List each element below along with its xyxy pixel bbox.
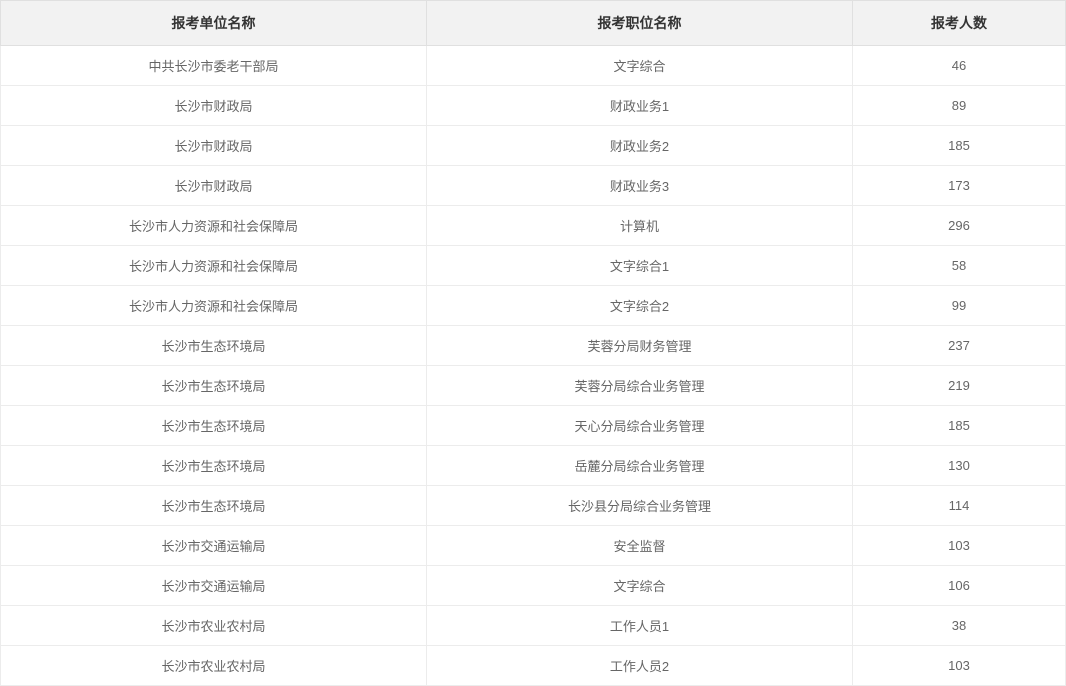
table-header: 报考单位名称 报考职位名称 报考人数 <box>1 1 1066 46</box>
cell-unit: 长沙市农业农村局 <box>1 646 427 686</box>
table-row: 长沙市财政局财政业务2185 <box>1 126 1066 166</box>
cell-count: 38 <box>853 606 1066 646</box>
cell-unit: 长沙市交通运输局 <box>1 566 427 606</box>
cell-position: 文字综合2 <box>427 286 853 326</box>
cell-count: 185 <box>853 406 1066 446</box>
cell-position: 岳麓分局综合业务管理 <box>427 446 853 486</box>
cell-position: 长沙县分局综合业务管理 <box>427 486 853 526</box>
cell-unit: 长沙市财政局 <box>1 86 427 126</box>
table-row: 长沙市生态环境局天心分局综合业务管理185 <box>1 406 1066 446</box>
cell-unit: 长沙市财政局 <box>1 166 427 206</box>
cell-position: 工作人员2 <box>427 646 853 686</box>
cell-count: 46 <box>853 46 1066 86</box>
table-row: 长沙市交通运输局安全监督103 <box>1 526 1066 566</box>
cell-position: 文字综合1 <box>427 246 853 286</box>
table-body: 中共长沙市委老干部局文字综合46长沙市财政局财政业务189长沙市财政局财政业务2… <box>1 46 1066 686</box>
table-row: 长沙市财政局财政业务189 <box>1 86 1066 126</box>
cell-unit: 长沙市生态环境局 <box>1 486 427 526</box>
cell-count: 106 <box>853 566 1066 606</box>
header-count: 报考人数 <box>853 1 1066 46</box>
cell-count: 89 <box>853 86 1066 126</box>
cell-count: 219 <box>853 366 1066 406</box>
table-row: 长沙市财政局财政业务3173 <box>1 166 1066 206</box>
cell-unit: 长沙市人力资源和社会保障局 <box>1 246 427 286</box>
header-row: 报考单位名称 报考职位名称 报考人数 <box>1 1 1066 46</box>
cell-unit: 中共长沙市委老干部局 <box>1 46 427 86</box>
cell-position: 芙蓉分局综合业务管理 <box>427 366 853 406</box>
cell-count: 114 <box>853 486 1066 526</box>
table-row: 长沙市人力资源和社会保障局文字综合158 <box>1 246 1066 286</box>
cell-unit: 长沙市交通运输局 <box>1 526 427 566</box>
registration-table-container: 报考单位名称 报考职位名称 报考人数 中共长沙市委老干部局文字综合46长沙市财政… <box>0 0 1066 686</box>
cell-position: 财政业务2 <box>427 126 853 166</box>
cell-unit: 长沙市人力资源和社会保障局 <box>1 206 427 246</box>
cell-position: 文字综合 <box>427 46 853 86</box>
table-row: 长沙市农业农村局工作人员2103 <box>1 646 1066 686</box>
table-row: 长沙市人力资源和社会保障局文字综合299 <box>1 286 1066 326</box>
cell-position: 天心分局综合业务管理 <box>427 406 853 446</box>
cell-position: 计算机 <box>427 206 853 246</box>
table-row: 长沙市生态环境局长沙县分局综合业务管理114 <box>1 486 1066 526</box>
header-position: 报考职位名称 <box>427 1 853 46</box>
cell-count: 58 <box>853 246 1066 286</box>
cell-position: 财政业务3 <box>427 166 853 206</box>
table-row: 长沙市农业农村局工作人员138 <box>1 606 1066 646</box>
cell-unit: 长沙市生态环境局 <box>1 446 427 486</box>
cell-unit: 长沙市农业农村局 <box>1 606 427 646</box>
cell-unit: 长沙市人力资源和社会保障局 <box>1 286 427 326</box>
cell-position: 芙蓉分局财务管理 <box>427 326 853 366</box>
cell-count: 185 <box>853 126 1066 166</box>
cell-position: 财政业务1 <box>427 86 853 126</box>
table-row: 长沙市生态环境局岳麓分局综合业务管理130 <box>1 446 1066 486</box>
cell-unit: 长沙市生态环境局 <box>1 366 427 406</box>
cell-count: 103 <box>853 526 1066 566</box>
cell-count: 99 <box>853 286 1066 326</box>
cell-count: 173 <box>853 166 1066 206</box>
table-row: 中共长沙市委老干部局文字综合46 <box>1 46 1066 86</box>
table-row: 长沙市交通运输局文字综合106 <box>1 566 1066 606</box>
registration-table: 报考单位名称 报考职位名称 报考人数 中共长沙市委老干部局文字综合46长沙市财政… <box>0 0 1066 686</box>
cell-count: 237 <box>853 326 1066 366</box>
header-unit: 报考单位名称 <box>1 1 427 46</box>
cell-unit: 长沙市财政局 <box>1 126 427 166</box>
cell-unit: 长沙市生态环境局 <box>1 326 427 366</box>
cell-count: 103 <box>853 646 1066 686</box>
table-row: 长沙市生态环境局芙蓉分局财务管理237 <box>1 326 1066 366</box>
cell-position: 文字综合 <box>427 566 853 606</box>
table-row: 长沙市人力资源和社会保障局计算机296 <box>1 206 1066 246</box>
cell-position: 工作人员1 <box>427 606 853 646</box>
cell-position: 安全监督 <box>427 526 853 566</box>
table-row: 长沙市生态环境局芙蓉分局综合业务管理219 <box>1 366 1066 406</box>
cell-unit: 长沙市生态环境局 <box>1 406 427 446</box>
cell-count: 296 <box>853 206 1066 246</box>
cell-count: 130 <box>853 446 1066 486</box>
